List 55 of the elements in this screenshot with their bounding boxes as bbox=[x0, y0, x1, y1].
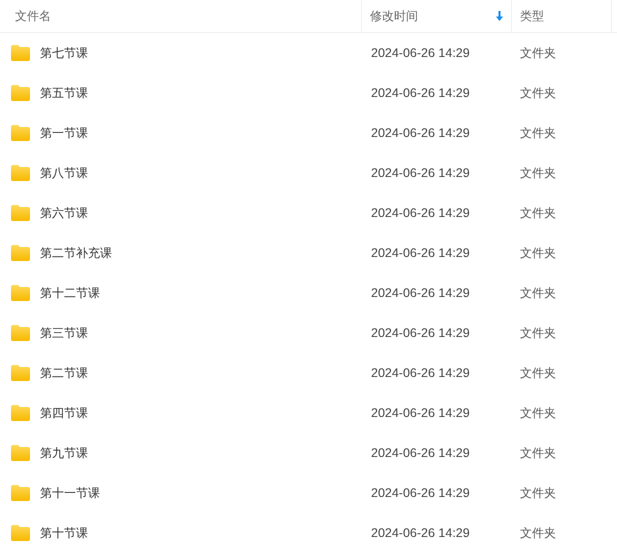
modified-date: 2024-06-26 14:29 bbox=[371, 46, 470, 60]
modified-date: 2024-06-26 14:29 bbox=[371, 86, 470, 100]
folder-name[interactable]: 第一节课 bbox=[40, 124, 88, 142]
modified-date: 2024-06-26 14:29 bbox=[371, 246, 470, 260]
column-label: 文件名 bbox=[15, 8, 51, 25]
folder-icon bbox=[10, 524, 31, 542]
folder-icon bbox=[10, 244, 31, 262]
modified-date: 2024-06-26 14:29 bbox=[371, 526, 470, 540]
file-type: 文件夹 bbox=[520, 46, 556, 60]
modified-date: 2024-06-26 14:29 bbox=[371, 326, 470, 340]
folder-name[interactable]: 第九节课 bbox=[40, 444, 88, 462]
file-type: 文件夹 bbox=[520, 206, 556, 220]
file-type: 文件夹 bbox=[520, 246, 556, 260]
folder-icon bbox=[10, 484, 31, 502]
folder-name[interactable]: 第五节课 bbox=[40, 84, 88, 102]
folder-icon bbox=[10, 164, 31, 182]
folder-icon bbox=[10, 44, 31, 62]
folder-name[interactable]: 第十二节课 bbox=[40, 284, 100, 302]
file-type: 文件夹 bbox=[520, 126, 556, 140]
folder-name[interactable]: 第八节课 bbox=[40, 164, 88, 182]
folder-icon bbox=[10, 84, 31, 102]
folder-icon bbox=[10, 284, 31, 302]
modified-date: 2024-06-26 14:29 bbox=[371, 126, 470, 140]
folder-name[interactable]: 第四节课 bbox=[40, 404, 88, 422]
column-label: 类型 bbox=[520, 8, 544, 25]
modified-date: 2024-06-26 14:29 bbox=[371, 446, 470, 460]
folder-name[interactable]: 第六节课 bbox=[40, 204, 88, 222]
modified-date: 2024-06-26 14:29 bbox=[371, 286, 470, 300]
file-type: 文件夹 bbox=[520, 446, 556, 460]
folder-name[interactable]: 第七节课 bbox=[40, 44, 88, 62]
file-type: 文件夹 bbox=[520, 326, 556, 340]
folder-icon bbox=[10, 444, 31, 462]
modified-date: 2024-06-26 14:29 bbox=[371, 406, 470, 420]
folder-name[interactable]: 第十一节课 bbox=[40, 484, 100, 502]
column-label: 修改时间 bbox=[370, 8, 418, 25]
folder-name[interactable]: 第十节课 bbox=[40, 524, 88, 542]
folder-icon bbox=[10, 364, 31, 382]
modified-date: 2024-06-26 14:29 bbox=[371, 166, 470, 180]
folder-name[interactable]: 第二节补充课 bbox=[40, 244, 112, 262]
folder-icon bbox=[10, 204, 31, 222]
file-type: 文件夹 bbox=[520, 486, 556, 500]
folder-icon bbox=[10, 124, 31, 142]
file-type: 文件夹 bbox=[520, 86, 556, 100]
modified-date: 2024-06-26 14:29 bbox=[371, 486, 470, 500]
file-type: 文件夹 bbox=[520, 526, 556, 540]
folder-name[interactable]: 第二节课 bbox=[40, 364, 88, 382]
file-type: 文件夹 bbox=[520, 406, 556, 420]
folder-icon bbox=[10, 404, 31, 422]
file-type: 文件夹 bbox=[520, 286, 556, 300]
folder-icon bbox=[10, 324, 31, 342]
modified-date: 2024-06-26 14:29 bbox=[371, 206, 470, 220]
modified-date: 2024-06-26 14:29 bbox=[371, 366, 470, 380]
file-type: 文件夹 bbox=[520, 366, 556, 380]
file-type: 文件夹 bbox=[520, 166, 556, 180]
folder-name[interactable]: 第三节课 bbox=[40, 324, 88, 342]
